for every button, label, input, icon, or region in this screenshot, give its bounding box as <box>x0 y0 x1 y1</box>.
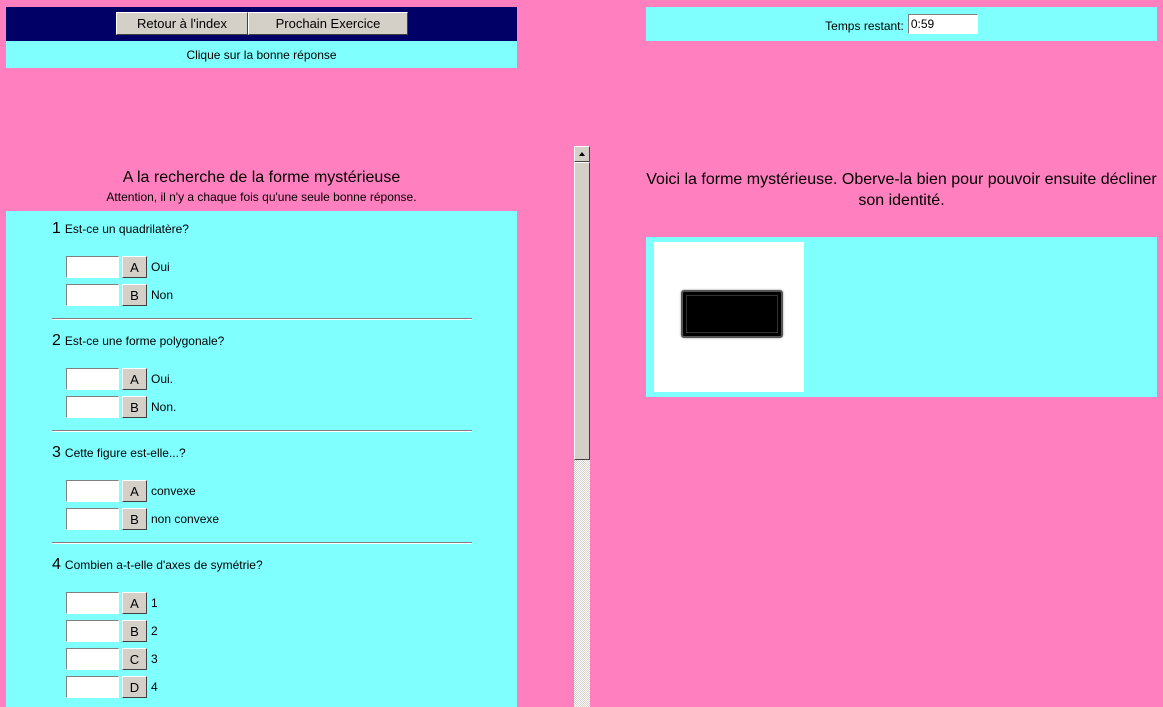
answer-option: B non convexe <box>66 508 219 530</box>
answer-label: Non. <box>151 400 177 414</box>
answer-option: D 4 <box>66 676 158 698</box>
question-divider <box>52 318 472 320</box>
answer-option: A Oui. <box>66 368 173 390</box>
answer-field[interactable] <box>66 620 119 642</box>
answer-option: B 2 <box>66 620 158 642</box>
answer-option: A 1 <box>66 592 158 614</box>
answer-field[interactable] <box>66 368 119 390</box>
question-text: Cette figure est-elle...? <box>64 446 186 460</box>
mystery-shape-panel <box>646 237 1157 397</box>
timer-field[interactable] <box>907 14 978 34</box>
scrollbar-thumb[interactable] <box>574 162 590 460</box>
question-4: 4 Combien a-t-elle d'axes de symétrie? <box>52 556 263 574</box>
quiz-title: A la recherche de la forme mystérieuse <box>122 169 401 186</box>
question-divider <box>52 430 472 432</box>
answer-button[interactable]: B <box>122 508 147 530</box>
answer-option: A convexe <box>66 480 196 502</box>
back-to-index-button[interactable]: Retour à l'index <box>116 12 248 35</box>
answer-label: 2 <box>151 624 158 638</box>
answer-field[interactable] <box>66 508 119 530</box>
answer-label: Non <box>151 288 174 302</box>
quiz-subtitle: Attention, il n'y a chaque fois qu'une s… <box>106 190 417 204</box>
question-number: 3 <box>52 444 61 461</box>
answer-button[interactable]: B <box>122 396 147 418</box>
question-text: Est-ce une forme polygonale? <box>64 334 225 348</box>
next-exercise-button[interactable]: Prochain Exercice <box>248 12 408 35</box>
answer-label: non convexe <box>151 512 220 526</box>
answer-button[interactable]: A <box>122 368 147 390</box>
answer-field[interactable] <box>66 256 119 278</box>
answer-label: convexe <box>151 484 196 498</box>
vertical-scrollbar[interactable] <box>574 146 590 707</box>
answer-label: 1 <box>151 596 158 610</box>
question-number: 4 <box>52 556 61 573</box>
question-2: 2 Est-ce une forme polygonale? <box>52 332 224 350</box>
instruction-bar: Clique sur la bonne réponse <box>6 41 517 68</box>
question-number: 2 <box>52 332 61 349</box>
question-divider <box>52 542 472 544</box>
quiz-panel: 1 Est-ce un quadrilatère? A Oui B Non 2 Es… <box>6 211 517 707</box>
answer-field[interactable] <box>66 648 119 670</box>
answer-label: 3 <box>151 652 158 666</box>
timer-label: Temps restant: <box>825 19 904 33</box>
answer-button[interactable]: A <box>122 256 147 278</box>
navigation-bar: Retour à l'index Prochain Exercice <box>6 7 517 41</box>
instruction-text: Clique sur la bonne réponse <box>186 48 337 62</box>
answer-button[interactable]: A <box>122 480 147 502</box>
answer-label: Oui. <box>151 372 174 386</box>
answer-field[interactable] <box>66 396 119 418</box>
answer-option: B Non. <box>66 396 176 418</box>
question-text: Est-ce un quadrilatère? <box>64 222 189 236</box>
answer-field[interactable] <box>66 676 119 698</box>
answer-field[interactable] <box>66 592 119 614</box>
answer-field[interactable] <box>66 480 119 502</box>
black-rectangle-shape <box>681 290 783 338</box>
answer-field[interactable] <box>66 284 119 306</box>
timer-bar: Temps restant: <box>646 7 1157 41</box>
mystery-shape-text: Voici la forme mystérieuse. Oberve-la bi… <box>646 171 1157 209</box>
question-number: 1 <box>52 220 61 237</box>
answer-button[interactable]: C <box>122 648 147 670</box>
scroll-up-arrow-icon[interactable] <box>574 146 590 162</box>
answer-option: A Oui <box>66 256 170 278</box>
question-1: 1 Est-ce un quadrilatère? <box>52 220 189 238</box>
answer-option: C 3 <box>66 648 158 670</box>
answer-option: B Non <box>66 284 173 306</box>
answer-label: 4 <box>151 680 158 694</box>
mystery-shape-image <box>654 242 804 392</box>
answer-button[interactable]: B <box>122 284 147 306</box>
answer-button[interactable]: D <box>122 676 147 698</box>
question-text: Combien a-t-elle d'axes de symétrie? <box>64 558 263 572</box>
answer-button[interactable]: A <box>122 592 147 614</box>
question-3: 3 Cette figure est-elle...? <box>52 444 186 462</box>
answer-label: Oui <box>151 260 170 274</box>
answer-button[interactable]: B <box>122 620 147 642</box>
